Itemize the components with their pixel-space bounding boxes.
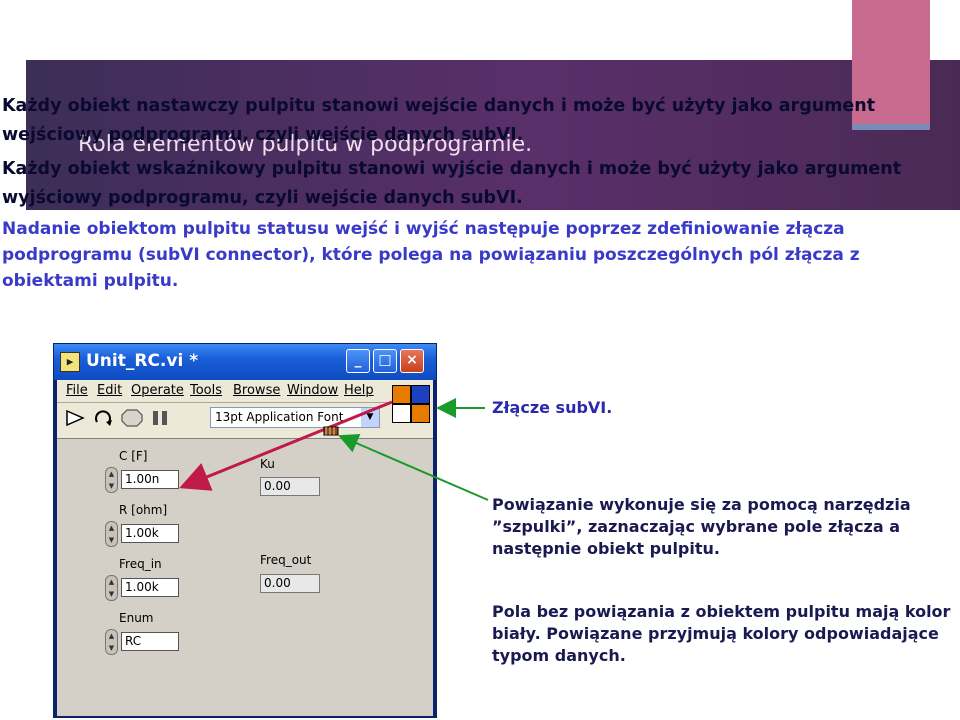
numeric-control[interactable]: 1.00k (121, 578, 179, 597)
font-selector[interactable]: 13pt Application Font ▼ (210, 407, 380, 428)
subvi-connector[interactable] (392, 385, 430, 423)
increment-decrement-icon[interactable]: ▲ ▼ (105, 467, 118, 493)
control-label: Freq_in (119, 557, 162, 571)
minimize-button[interactable]: _ (346, 349, 370, 373)
connector-cell[interactable] (393, 386, 410, 403)
control-label: R [ohm] (119, 503, 168, 517)
chevron-down-icon[interactable]: ▼ (361, 408, 379, 427)
menu-bar: File Edit Operate Tools Browse Window He… (57, 380, 433, 402)
numeric-indicator: 0.00 (260, 477, 320, 496)
menu-operate[interactable]: Operate (131, 383, 184, 398)
labview-vi-icon: ▶ (60, 352, 80, 372)
abort-icon[interactable] (119, 407, 145, 429)
paragraph-outputs: Każdy obiekt wskaźnikowy pulpitu stanowi… (2, 159, 902, 208)
indicator-label: Freq_out (260, 553, 312, 567)
numeric-control[interactable]: 1.00n (121, 470, 179, 489)
front-panel: C [F] ▲ ▼ 1.00n R [ohm] ▲ ▼ 1.00k Freq_in … (57, 438, 433, 716)
menu-tools[interactable]: Tools (190, 383, 222, 398)
increment-decrement-icon[interactable]: ▲ ▼ (105, 575, 118, 601)
maximize-button[interactable]: □ (373, 349, 397, 373)
enum-control[interactable]: RC (121, 632, 179, 651)
wiring-note: Powiązanie wykonuje się za pomocą narzęd… (492, 495, 911, 558)
indicator-label: Ku (260, 457, 275, 471)
run-arrow-icon[interactable] (63, 407, 89, 429)
pause-icon[interactable] (147, 407, 173, 429)
window-titlebar[interactable]: ▶ Unit_RC.vi * _ □ × (54, 344, 436, 380)
close-button[interactable]: × (400, 349, 424, 373)
run-continuously-icon[interactable] (91, 407, 117, 429)
control-label: C [F] (119, 449, 148, 463)
connector-cell[interactable] (393, 405, 410, 422)
labview-window: ▶ Unit_RC.vi * _ □ × File Edit Operate T… (53, 343, 437, 718)
paragraph-connector: Nadanie obiektom pulpitu statusu wejść i… (2, 219, 860, 291)
menu-window[interactable]: Window (287, 383, 338, 398)
increment-decrement-icon[interactable]: ▲ ▼ (105, 629, 118, 655)
connector-cell[interactable] (412, 405, 429, 422)
menu-edit[interactable]: Edit (97, 383, 122, 398)
numeric-indicator: 0.00 (260, 574, 320, 593)
control-label: Enum (119, 611, 154, 625)
connector-cell[interactable] (412, 386, 429, 403)
paragraph-inputs: Każdy obiekt nastawczy pulpitu stanowi w… (2, 96, 876, 145)
colors-note: Pola bez powiązania z obiektem pulpitu m… (492, 602, 951, 665)
font-selector-value: 13pt Application Font (215, 410, 344, 424)
window-title: Unit_RC.vi * (86, 351, 199, 371)
increment-decrement-icon[interactable]: ▲ ▼ (105, 521, 118, 547)
menu-file[interactable]: File (66, 383, 88, 398)
menu-help[interactable]: Help (344, 383, 374, 398)
menu-browse[interactable]: Browse (233, 383, 280, 398)
numeric-control[interactable]: 1.00k (121, 524, 179, 543)
window-client: File Edit Operate Tools Browse Window He… (57, 380, 433, 716)
toolbar: 13pt Application Font ▼ (57, 402, 393, 433)
connector-annotation: Złącze subVI. (492, 398, 613, 417)
